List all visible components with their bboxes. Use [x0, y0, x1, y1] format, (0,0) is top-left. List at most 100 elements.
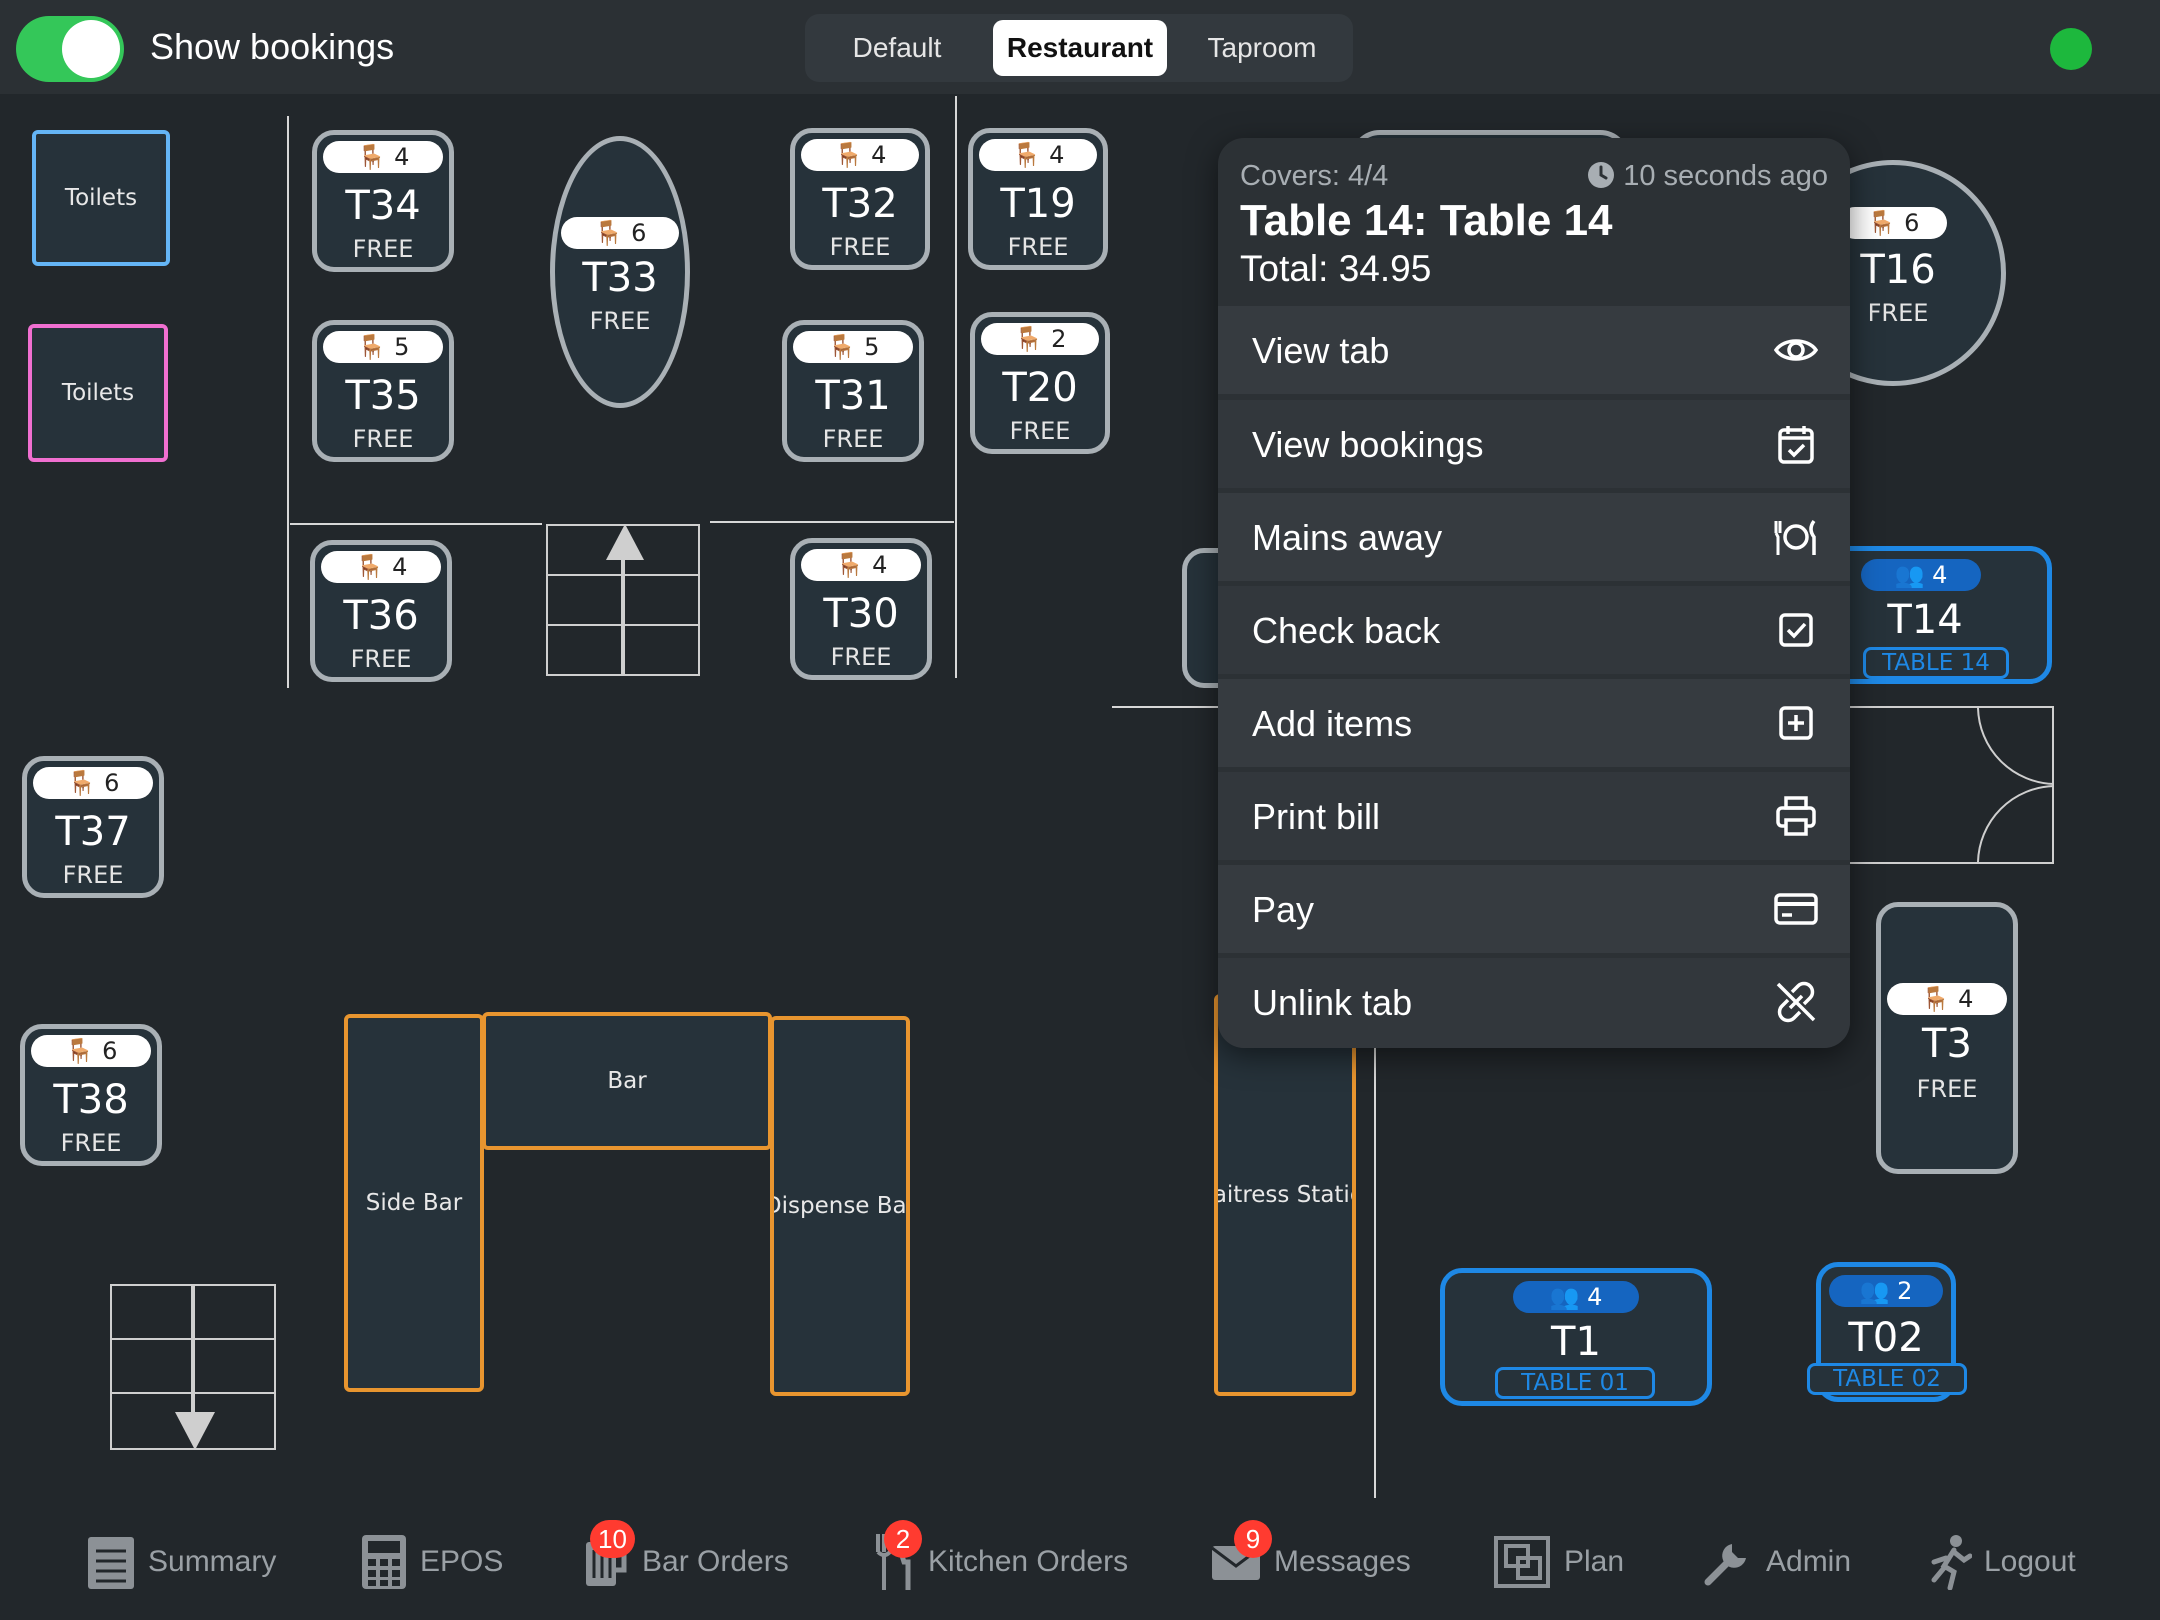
popup-title: Table 14: Table 14: [1240, 196, 1613, 245]
popup-covers: Covers: 4/4: [1240, 160, 1389, 192]
menu-check-back[interactable]: Check back: [1218, 586, 1850, 674]
table-t38[interactable]: 🪑 6 T38 FREE: [20, 1024, 162, 1166]
nav-label: EPOS: [420, 1545, 504, 1578]
room-waitress-station[interactable]: Waitress Station: [1214, 994, 1356, 1396]
menu-pay[interactable]: Pay: [1218, 865, 1850, 953]
table-t3[interactable]: 🪑 4 T3 FREE: [1876, 902, 2018, 1174]
checkbox-icon: [1779, 613, 1813, 647]
notepad-icon: [88, 1537, 134, 1589]
table-name: T02: [1848, 1315, 1924, 1361]
covers-badge: 👥 2: [1829, 1275, 1943, 1307]
table-name: T36: [343, 593, 419, 639]
room-toilets[interactable]: Toilets: [32, 130, 170, 266]
nav-plan[interactable]: Plan: [1492, 1504, 1624, 1620]
tab-tag: TABLE 01: [1495, 1367, 1655, 1399]
covers-badge: 👥 4: [1513, 1281, 1639, 1313]
arrow-down-icon: [175, 1412, 215, 1450]
covers-badge: 👥 4: [1861, 559, 1981, 591]
bottom-nav: Summary EPOS Bar Orders 10 Kitchen Order…: [0, 1504, 2160, 1620]
seats-badge: 🪑 4: [801, 139, 919, 171]
layout-tab-taproom[interactable]: Taproom: [1177, 20, 1347, 76]
table-t35[interactable]: 🪑 5 T35 FREE: [312, 320, 454, 462]
nav-logout[interactable]: Logout: [1928, 1504, 2076, 1620]
table-status: FREE: [830, 643, 892, 671]
layout-tab-default[interactable]: Default: [811, 20, 983, 76]
menu-print-bill[interactable]: Print bill: [1218, 772, 1850, 860]
show-bookings-label: Show bookings: [150, 26, 395, 67]
menu-label: View bookings: [1252, 424, 1484, 465]
show-bookings-toggle[interactable]: [16, 16, 124, 82]
table-status: FREE: [829, 233, 891, 261]
seats-badge: 🪑 4: [979, 139, 1097, 171]
nav-label: Admin: [1766, 1545, 1852, 1578]
table-t20[interactable]: 🪑 2 T20 FREE: [970, 312, 1110, 454]
menu-add-items[interactable]: Add items: [1218, 679, 1850, 767]
toggle-knob: [62, 20, 120, 78]
seats-badge: 🪑 5: [793, 331, 913, 363]
credit-card-icon: [1774, 893, 1818, 925]
table-t37[interactable]: 🪑 6 T37 FREE: [22, 756, 164, 898]
nav-label: Kitchen Orders: [928, 1545, 1129, 1578]
nav-label: Plan: [1564, 1545, 1625, 1578]
table-status: FREE: [352, 235, 414, 263]
calendar-check-icon: [1778, 426, 1814, 464]
menu-mains-away[interactable]: Mains away: [1218, 493, 1850, 581]
table-t31[interactable]: 🪑 5 T31 FREE: [782, 320, 924, 462]
table-status: FREE: [822, 425, 884, 453]
arrow-up-icon: [606, 524, 644, 560]
table-name: T32: [822, 181, 898, 227]
table-status: FREE: [352, 425, 414, 453]
table-t02[interactable]: 👥 2 T02 TABLE 02: [1807, 1262, 1967, 1402]
wall: [955, 96, 957, 678]
popup-total: Total: 34.95: [1240, 248, 1432, 289]
top-bar: Show bookings Default Restaurant Taproom: [0, 0, 2160, 94]
table-status: FREE: [1916, 1075, 1978, 1103]
room-side-bar[interactable]: Side Bar: [344, 1014, 484, 1392]
table-t32[interactable]: 🪑 4 T32 FREE: [790, 128, 930, 270]
nav-messages[interactable]: Messages: [1210, 1504, 1411, 1620]
calculator-icon: [362, 1535, 406, 1589]
menu-view-bookings[interactable]: View bookings: [1218, 400, 1850, 488]
room-bar[interactable]: Bar: [482, 1012, 772, 1150]
nav-summary[interactable]: Summary: [86, 1504, 276, 1620]
seats-badge: 🪑 6: [31, 1035, 151, 1067]
nav-label: Summary: [148, 1545, 277, 1578]
table-t30[interactable]: 🪑 4 T30 FREE: [790, 538, 932, 680]
table-t36[interactable]: 🪑 4 T36 FREE: [310, 540, 452, 682]
seats-badge: 🪑 6: [561, 217, 679, 249]
table-action-popup: Covers: 4/4 10 seconds ago Table 14: Tab…: [1218, 138, 1850, 1048]
room-dispense-bar[interactable]: Dispense Bar: [770, 1016, 910, 1396]
menu-view-tab[interactable]: View tab: [1218, 306, 1850, 394]
menu-unlink-tab[interactable]: Unlink tab: [1218, 958, 1850, 1048]
table-t1[interactable]: 👥 4 T1 TABLE 01: [1440, 1268, 1712, 1406]
nav-admin[interactable]: Admin: [1702, 1504, 1851, 1620]
table-name: T31: [815, 373, 891, 419]
wall: [710, 521, 954, 523]
nav-epos[interactable]: EPOS: [360, 1504, 503, 1620]
layout-tab-restaurant[interactable]: Restaurant: [993, 20, 1167, 76]
table-name: T37: [55, 809, 131, 855]
table-name: T14: [1887, 597, 1963, 643]
door-swing-icon: [1848, 706, 2055, 864]
seats-badge: 🪑 4: [323, 141, 443, 173]
room-toilets[interactable]: Toilets: [28, 324, 168, 462]
wall: [290, 523, 542, 525]
layout-segmented-control: Default Restaurant Taproom: [805, 14, 1353, 82]
wall: [1112, 706, 1220, 708]
table-name: T19: [1000, 181, 1076, 227]
tab-tag: TABLE 02: [1807, 1363, 1967, 1395]
kitchen-orders-count-badge: 2: [884, 1520, 922, 1558]
table-t33[interactable]: 🪑 6 T33 FREE: [550, 136, 690, 408]
bar-orders-count-badge: 10: [590, 1520, 635, 1558]
stairs-up: [546, 524, 700, 676]
seats-badge: 🪑 2: [981, 323, 1099, 355]
tab-tag: TABLE 14: [1863, 647, 2009, 679]
table-status: FREE: [62, 861, 124, 889]
table-t19[interactable]: 🪑 4 T19 FREE: [968, 128, 1108, 270]
table-t34[interactable]: 🪑 4 T34 FREE: [312, 130, 454, 272]
menu-label: Add items: [1252, 703, 1413, 744]
plate-cutlery-icon: [1774, 519, 1816, 555]
room-label: Waitress Station: [1214, 1182, 1352, 1208]
nav-label: Bar Orders: [642, 1545, 789, 1578]
menu-label: Mains away: [1252, 517, 1443, 558]
